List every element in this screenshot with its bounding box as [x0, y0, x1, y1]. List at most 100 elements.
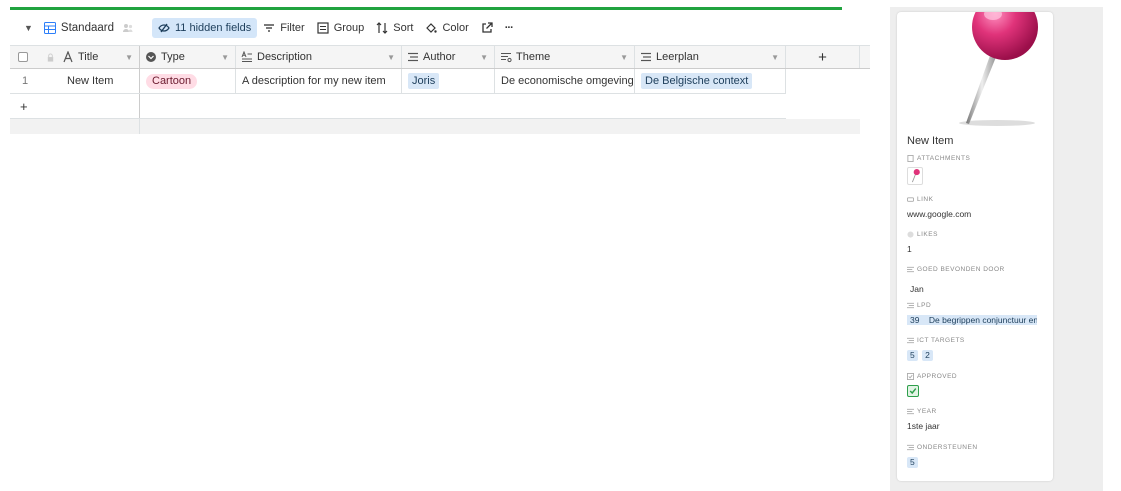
table-row[interactable]: 1 New Item Cartoon A description for my … [10, 69, 786, 94]
ict-targets-label-text: ICT TARGETS [917, 337, 965, 344]
likes-label-text: LIKES [917, 231, 938, 238]
multi-select-icon [641, 52, 651, 62]
add-record-button[interactable]: + [10, 94, 140, 118]
ondersteunen-label-text: ONDERSTEUNEN [917, 444, 978, 451]
approved-label-text: APPROVED [917, 373, 958, 380]
summary-divider [139, 119, 140, 134]
row-number: 1 [22, 75, 29, 87]
plus-icon: + [20, 98, 28, 114]
add-row[interactable]: + [10, 94, 786, 119]
progress-bar [10, 7, 842, 10]
caret-down-icon[interactable]: ▼ [620, 53, 628, 62]
ondersteunen-label: ONDERSTEUNEN [907, 444, 978, 451]
lpd-text: De begrippen conjunctuur en [928, 315, 1037, 325]
column-header-title[interactable]: Title ▼ [57, 46, 140, 68]
more-options-button[interactable]: ··· [499, 18, 519, 38]
ondersteunen-chip: 5 [907, 457, 918, 468]
grid-view-icon [43, 22, 56, 34]
filter-label: Filter [280, 22, 305, 34]
attachments-label: ATTACHMENTS [907, 155, 970, 162]
cell-title[interactable]: New Item [57, 69, 140, 93]
goed-bevonden-label-text: GOED BEVONDEN DOOR [917, 266, 1005, 273]
view-name: Standaard [60, 22, 114, 34]
caret-down-icon[interactable]: ▼ [480, 53, 488, 62]
column-title-label: Title [78, 51, 99, 63]
add-column-button[interactable]: + [786, 46, 860, 68]
ondersteunen-values: 5 [907, 457, 920, 468]
external-link-icon [482, 22, 493, 33]
description-value: A description for my new item [242, 75, 386, 87]
circle-icon [907, 231, 914, 238]
column-header-leerplan[interactable]: Leerplan ▼ [635, 46, 786, 68]
lpd-label: LPD [907, 302, 931, 309]
year-label-text: YEAR [917, 408, 937, 415]
lpd-chip: 39 De begrippen conjunctuur en [907, 315, 1037, 325]
filter-icon [264, 24, 275, 32]
share-view-button[interactable] [475, 18, 499, 38]
column-description-label: Description [257, 51, 313, 63]
year-value: 1ste jaar [907, 421, 940, 431]
type-pill: Cartoon [146, 73, 198, 89]
group-icon [317, 22, 329, 34]
paint-bucket-icon [426, 23, 438, 33]
ict-targets-values: 5 2 [907, 350, 935, 361]
column-header-description[interactable]: Description ▼ [236, 46, 402, 68]
title-value: New Item [67, 75, 114, 87]
cell-description[interactable]: A description for my new item [236, 69, 402, 93]
multi-select-icon [408, 52, 418, 62]
caret-down-icon[interactable]: ▼ [125, 53, 133, 62]
single-select-icon [146, 52, 156, 62]
lock-icon [47, 52, 54, 62]
cell-type[interactable]: Cartoon [140, 69, 236, 93]
author-chip: Joris [408, 73, 440, 89]
eye-slash-icon [158, 23, 170, 33]
caret-down-icon[interactable]: ▼ [221, 53, 229, 62]
multi-select-icon [907, 408, 914, 415]
year-label: YEAR [907, 408, 937, 415]
theme-value: De economische omgeving [501, 75, 634, 87]
color-label: Color [442, 22, 469, 34]
chevron-down-icon: ▼ [24, 23, 33, 33]
checkbox-icon [907, 373, 914, 380]
column-header-type[interactable]: Type ▼ [140, 46, 236, 68]
link-record-icon [907, 337, 914, 344]
column-leerplan-label: Leerplan [656, 51, 699, 63]
attachments-label-text: ATTACHMENTS [917, 155, 971, 162]
goed-bevonden-value: Jan [910, 284, 924, 294]
color-button[interactable]: Color [419, 18, 474, 38]
column-author-label: Author [423, 51, 456, 63]
cell-leerplan[interactable]: De Belgische context [635, 69, 786, 93]
filter-button[interactable]: Filter [257, 18, 310, 38]
sort-button[interactable]: Sort [370, 18, 419, 38]
attachment-icon [907, 155, 914, 162]
card-cover-image [897, 12, 1053, 126]
leerplan-chip: De Belgische context [641, 73, 753, 89]
select-all-cell [10, 46, 57, 68]
hidden-fields-button[interactable]: 11 hidden fields [152, 18, 258, 38]
select-all-checkbox[interactable] [18, 52, 28, 62]
link-value[interactable]: www.google.com [907, 209, 971, 219]
summary-bar [10, 119, 860, 134]
view-switcher[interactable]: ▼ Standaard [10, 18, 140, 38]
plus-icon: + [818, 48, 827, 66]
record-card[interactable]: New Item ATTACHMENTS LINK www.google.com… [897, 12, 1053, 481]
group-label: Group [333, 22, 365, 34]
column-header-author[interactable]: Author ▼ [402, 46, 495, 68]
group-button[interactable]: Group [311, 18, 371, 38]
long-text-icon [501, 53, 512, 63]
sort-icon [376, 22, 388, 34]
header-row: Title ▼ Type ▼ Description ▼ Author ▼ Th… [10, 45, 870, 69]
ict-targets-label: ICT TARGETS [907, 337, 965, 344]
caret-down-icon[interactable]: ▼ [771, 53, 779, 62]
approved-checkbox[interactable] [907, 385, 919, 397]
text-icon [63, 51, 73, 63]
cell-theme[interactable]: De economische omgeving [495, 69, 635, 93]
caret-down-icon[interactable]: ▼ [387, 53, 395, 62]
attachment-thumbnail[interactable] [907, 167, 923, 185]
approved-label: APPROVED [907, 373, 957, 380]
cell-author[interactable]: Joris [402, 69, 495, 93]
column-header-theme[interactable]: Theme ▼ [495, 46, 635, 68]
lpd-number: 39 [910, 315, 920, 325]
link-icon [907, 197, 914, 202]
column-type-label: Type [161, 51, 185, 63]
